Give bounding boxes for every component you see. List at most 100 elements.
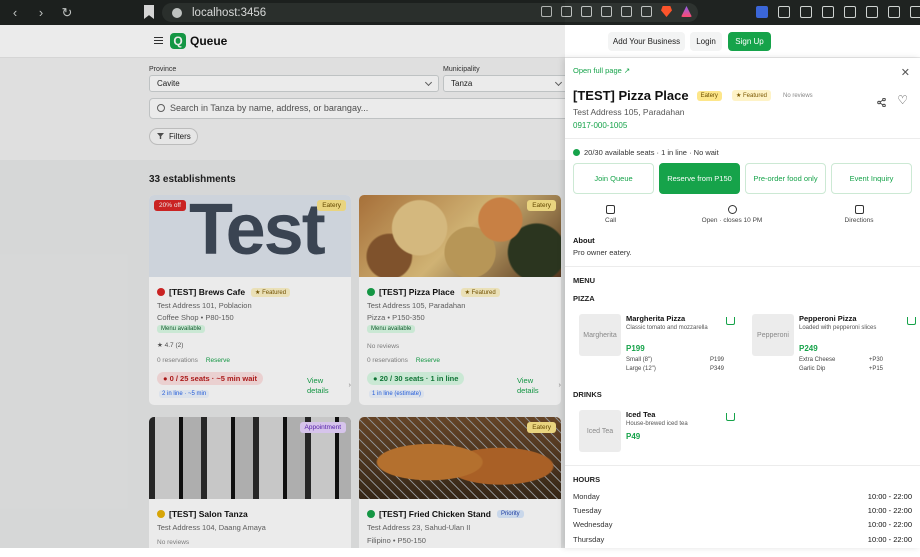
hours-time: 10:00 - 22:00 [867,492,912,501]
zoom-icon[interactable] [601,6,612,17]
directions-label: Directions [844,217,874,224]
sparkle-icon[interactable] [866,6,878,18]
size-price: P349 [709,366,724,372]
call-label: Call [605,217,617,224]
wallet-icon[interactable] [844,6,856,18]
clock-icon [727,205,737,214]
about-text: Pro owner eatery. [573,248,632,257]
addon-label: Extra Cheese [799,357,836,363]
menu-item[interactable]: Iced Tea Iced Tea House-brewed iced tea … [579,410,739,454]
open-full-label: Open full page [573,66,622,75]
hours-row: Monday 10:00 - 22:00 [573,492,912,501]
menu-heading: MENU [573,276,596,285]
preorder-button[interactable]: Pre-order food only [745,163,826,194]
hours-time: 10:00 - 22:00 [867,520,912,529]
detail-title-row: [TEST] Pizza Place Eatery ★ Featured No … [573,88,817,103]
menu-item-name: Margherita Pizza [626,314,686,323]
availability-row: 20/30 available seats · 1 in line · No w… [573,148,719,157]
menu-item[interactable]: Pepperoni Pepperoni Pizza Loaded with pe… [752,314,916,372]
hours-label: Open · closes 10 PM [701,217,763,224]
detail-title: [TEST] Pizza Place [573,88,689,103]
hours-day: Tuesday [573,506,602,515]
hours-day: Wednesday [573,520,613,529]
addon-price: +P15 [868,366,883,372]
addon-label: Garlic Dip [799,366,826,372]
menu-item-price: P249 [799,344,818,353]
menu-item-description: Classic tomato and mozzarella [626,325,708,331]
featured-chip: ★ Featured [731,90,771,101]
size-option: Small (8") P199 [626,357,724,363]
hours-action[interactable]: Open · closes 10 PM [697,205,767,224]
vpn-icon[interactable] [888,6,900,18]
menu-item[interactable]: Margherita Margherita Pizza Classic toma… [579,314,739,372]
divider [565,138,920,139]
addon-option: Extra Cheese +P30 [799,357,883,363]
size-price: P199 [709,357,724,363]
addon-price: +P30 [868,357,883,363]
hours-row: Thursday 10:00 - 22:00 [573,535,912,544]
sidebar-icon[interactable] [822,6,834,18]
signup-button[interactable]: Sign Up [728,32,771,51]
menu-item-name: Pepperoni Pizza [799,314,857,323]
menu-icon[interactable] [910,6,920,18]
hours-row: Tuesday 10:00 - 22:00 [573,506,912,515]
about-heading: About [573,236,595,245]
backdrop-overlay[interactable] [0,0,565,548]
hours-time: 10:00 - 22:00 [867,535,912,544]
availability-dot [573,149,580,156]
add-business-button[interactable]: Add Your Business [608,32,685,51]
share-icon[interactable] [621,6,632,17]
puzzle-icon[interactable] [778,6,790,18]
availability-text: 20/30 available seats · 1 in line · No w… [584,148,719,157]
add-to-cart-icon[interactable] [726,317,735,325]
star-icon[interactable] [641,6,652,17]
detail-phone[interactable]: 0917-000-1005 [573,121,627,130]
cast-icon[interactable] [581,6,592,17]
share-icon[interactable] [877,94,886,108]
phone-icon [606,205,616,214]
external-link-icon: ↗ [623,66,631,75]
add-to-cart-icon[interactable] [907,317,916,325]
directions-action[interactable]: Directions [839,205,879,224]
size-label: Large (12") [626,366,656,372]
divider [565,266,920,267]
extensions [756,6,920,18]
map-icon [854,205,864,214]
hours-day: Thursday [573,535,605,544]
hours-row: Wednesday 10:00 - 22:00 [573,520,912,529]
heart-icon[interactable]: ♡ [897,93,908,107]
hours-day: Monday [573,492,600,501]
login-button[interactable]: Login [690,32,722,51]
rewards-icon[interactable] [681,6,692,17]
event-inquiry-button[interactable]: Event Inquiry [831,163,912,194]
menu-item-name: Iced Tea [626,410,656,419]
detail-panel: Open full page ↗ ✕ [TEST] Pizza Place Ea… [565,58,920,548]
join-queue-button[interactable]: Join Queue [573,163,654,194]
call-action[interactable]: Call [605,205,616,224]
brave-shield-icon[interactable] [661,6,672,17]
detail-address: Test Address 105, Paradahan [573,107,685,117]
hours-heading: HOURS [573,475,601,484]
add-to-cart-icon[interactable] [726,413,735,421]
menu-item-thumbnail: Pepperoni [752,314,794,356]
open-full-page-link[interactable]: Open full page ↗ [573,66,630,75]
close-icon[interactable]: ✕ [901,66,910,79]
category-chip: Eatery [696,90,722,101]
pizza-heading: PIZZA [573,294,595,303]
drinks-heading: DRINKS [573,390,602,399]
addon-option: Garlic Dip +P15 [799,366,883,372]
size-label: Small (8") [626,357,653,363]
extension-icon[interactable] [756,6,768,18]
featured-chip-label: Featured [742,93,767,99]
size-option: Large (12") P349 [626,366,724,372]
menu-item-price: P49 [626,432,641,441]
reserve-button[interactable]: Reserve from P150 [659,163,740,194]
reviews-chip: No reviews [783,92,813,99]
menu-item-description: Loaded with pepperoni slices [799,325,877,331]
menu-item-price: P199 [626,344,645,353]
hours-time: 10:00 - 22:00 [867,506,912,515]
screenshot-icon[interactable] [800,6,812,18]
menu-item-thumbnail: Iced Tea [579,410,621,452]
menu-item-description: House-brewed iced tea [626,421,688,427]
divider [565,465,920,466]
